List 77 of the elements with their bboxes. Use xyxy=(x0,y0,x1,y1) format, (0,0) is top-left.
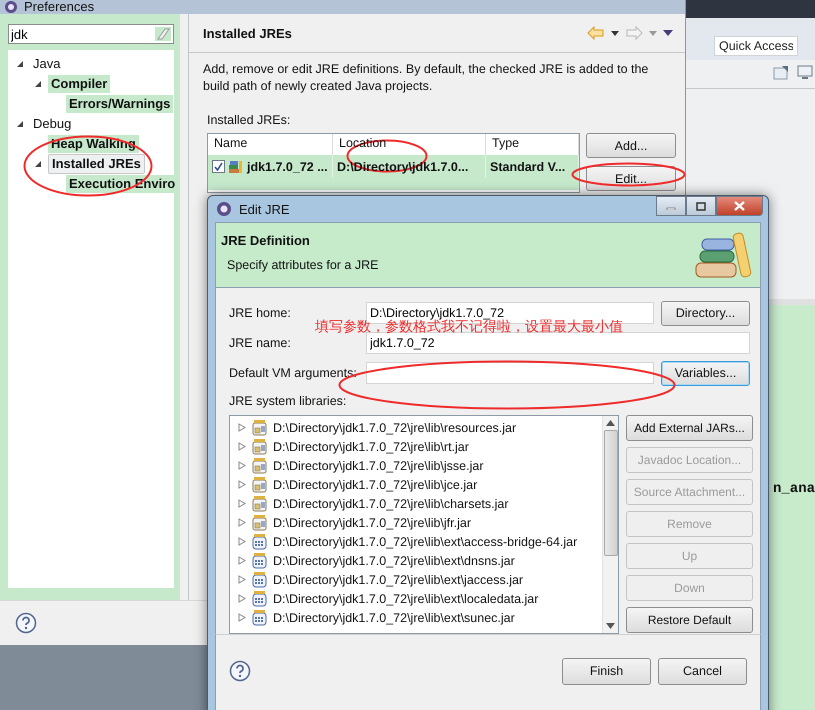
jar-icon xyxy=(251,590,268,607)
scroll-thumb[interactable] xyxy=(604,430,618,556)
jar-icon xyxy=(251,495,268,512)
jar-icon xyxy=(251,457,268,474)
input-field[interactable]: jdk1.7.0_72 xyxy=(366,332,750,354)
scroll-up-icon[interactable] xyxy=(606,420,615,426)
list-item[interactable]: D:\Directory\jdk1.7.0_72\jre\lib\jce.jar xyxy=(273,478,478,492)
action-button[interactable]: Add External JARs... xyxy=(626,415,753,441)
action-button[interactable]: Cancel xyxy=(658,658,747,684)
jar-icon xyxy=(251,609,268,626)
checkbox[interactable] xyxy=(212,160,225,173)
list-item[interactable]: D:\Directory\jdk1.7.0_72\jre\lib\ext\access-bridge-64.jar xyxy=(273,534,578,548)
list-item[interactable]: D:\Directory\jdk1.7.0_72\jre\lib\ext\sunec.jar xyxy=(273,610,515,624)
tree-item[interactable]: Debug xyxy=(30,115,74,133)
table-cell: jdk1.7.0_72 ... xyxy=(247,160,328,174)
list-item[interactable]: D:\Directory\jdk1.7.0_72\jre\lib\ext\localedata.jar xyxy=(273,592,538,606)
table-cell: Standard V... xyxy=(490,160,566,174)
window-title: Preferences xyxy=(24,0,94,14)
field-label: JRE name: xyxy=(229,336,291,350)
jar-icon xyxy=(251,552,268,569)
minimize-button[interactable] xyxy=(656,196,686,216)
help-icon[interactable] xyxy=(229,660,251,682)
perspective-icon[interactable] xyxy=(773,64,791,80)
jar-icon xyxy=(251,533,268,550)
scroll-down-icon[interactable] xyxy=(606,623,615,629)
list-item[interactable]: D:\Directory\jdk1.7.0_72\jre\lib\jfr.jar xyxy=(273,516,471,530)
action-button[interactable]: Variables... xyxy=(661,360,750,386)
monitor-icon[interactable] xyxy=(797,64,813,80)
action-button[interactable]: Finish xyxy=(562,658,651,684)
back-arrow-icon[interactable] xyxy=(587,26,605,40)
action-button[interactable]: Directory... xyxy=(661,300,750,326)
expand-arrow-icon[interactable] xyxy=(34,160,42,168)
tree-item[interactable]: Compiler xyxy=(48,75,110,93)
header-subtitle: Specify attributes for a JRE xyxy=(227,258,378,272)
action-button[interactable]: Restore Default xyxy=(626,607,753,633)
gear-icon xyxy=(216,201,232,218)
tree-item[interactable]: Errors/Warnings xyxy=(66,95,174,113)
jar-icon xyxy=(251,514,268,531)
scrollbar[interactable] xyxy=(602,416,618,633)
close-icon xyxy=(734,201,745,211)
list-item[interactable]: D:\Directory\jdk1.7.0_72\jre\lib\resources.jar xyxy=(273,420,516,434)
eraser-icon[interactable] xyxy=(155,27,171,41)
action-button[interactable]: Add... xyxy=(586,133,676,158)
header-title: JRE Definition xyxy=(221,233,311,248)
code-text: n_ana xyxy=(773,481,815,497)
list-item[interactable]: D:\Directory\jdk1.7.0_72\jre\lib\ext\jaccess.jar xyxy=(273,572,524,586)
close-button[interactable] xyxy=(716,196,763,216)
jar-icon xyxy=(251,571,268,588)
tree-item[interactable]: Java xyxy=(30,55,64,73)
input-field[interactable] xyxy=(366,362,654,384)
jar-icon xyxy=(251,476,268,493)
window-title: Edit JRE xyxy=(239,202,291,217)
view-menu-icon[interactable] xyxy=(663,30,673,36)
jar-icon xyxy=(251,438,268,455)
list-item[interactable]: D:\Directory\jdk1.7.0_72\jre\lib\charsets.jar xyxy=(273,496,509,510)
list-item[interactable]: D:\Directory\jdk1.7.0_72\jre\lib\ext\dnsns.jar xyxy=(273,554,515,568)
maximize-icon xyxy=(696,202,706,210)
help-icon[interactable] xyxy=(15,612,37,634)
jar-icon xyxy=(251,419,268,436)
field-label: Default VM arguments: xyxy=(229,366,357,380)
dropdown-icon[interactable] xyxy=(611,30,619,36)
maximize-button[interactable] xyxy=(686,196,716,216)
list-item[interactable]: D:\Directory\jdk1.7.0_72\jre\lib\jsse.jar xyxy=(273,458,484,472)
expand-arrow-icon[interactable] xyxy=(34,80,42,88)
action-button[interactable]: Edit... xyxy=(586,166,676,191)
list-item[interactable]: D:\Directory\jdk1.7.0_72\jre\lib\rt.jar xyxy=(273,440,469,454)
filter-field[interactable]: jdk xyxy=(8,24,174,44)
field-label: JRE home: xyxy=(229,306,291,320)
section-label: JRE system libraries: xyxy=(229,394,348,408)
description-text: Add, remove or edit JRE definitions. By default, the checked JRE is added to the build path of newly created Java projects. xyxy=(202,61,650,95)
expand-arrow-icon[interactable] xyxy=(16,120,24,128)
expand-arrow-icon[interactable] xyxy=(16,60,24,68)
section-label: Installed JREs: xyxy=(206,112,292,129)
gear-icon xyxy=(4,0,18,14)
tree-item[interactable]: Installed JREs xyxy=(48,154,145,174)
books-icon xyxy=(228,160,244,174)
page-title: Installed JREs xyxy=(203,26,292,40)
